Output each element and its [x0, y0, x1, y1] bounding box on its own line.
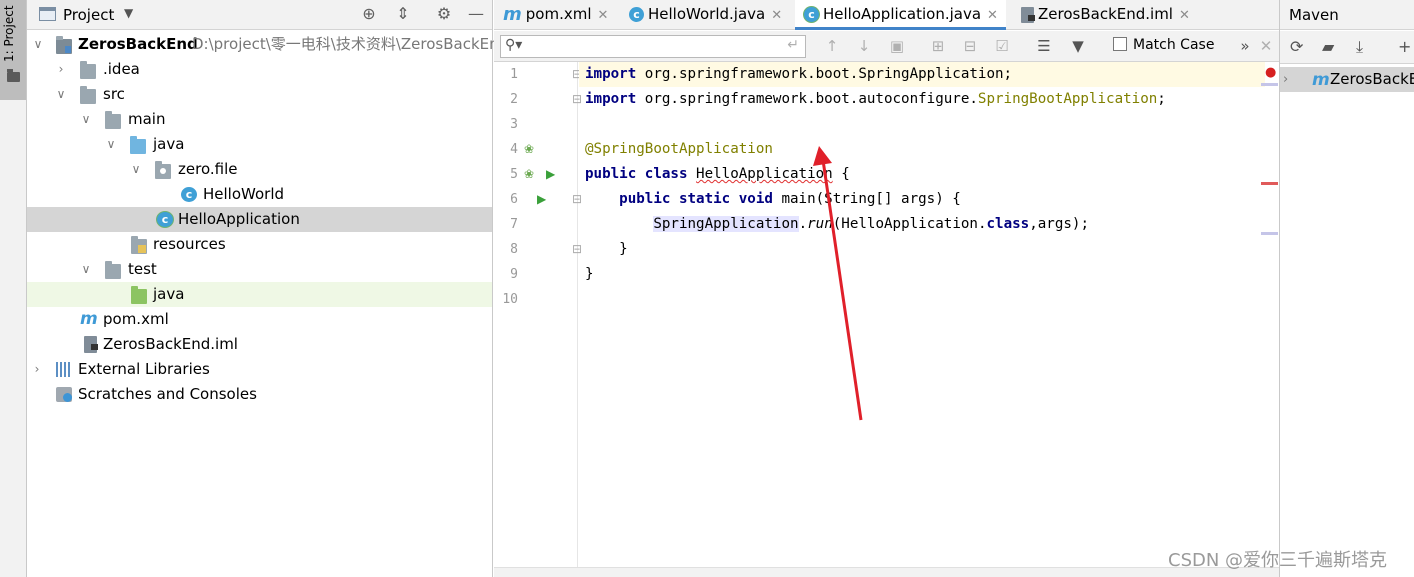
annotation-arrow-shaft	[821, 159, 863, 421]
annotation-arrow-head	[813, 146, 832, 166]
ide-window: 1: Project Project ▼ ⊕ ⇕ ⚙ — ∨ ZerosBack…	[0, 0, 1414, 577]
watermark: CSDN @爱你三千遍斯塔克	[1168, 550, 1388, 571]
annotation-arrow	[813, 146, 863, 421]
